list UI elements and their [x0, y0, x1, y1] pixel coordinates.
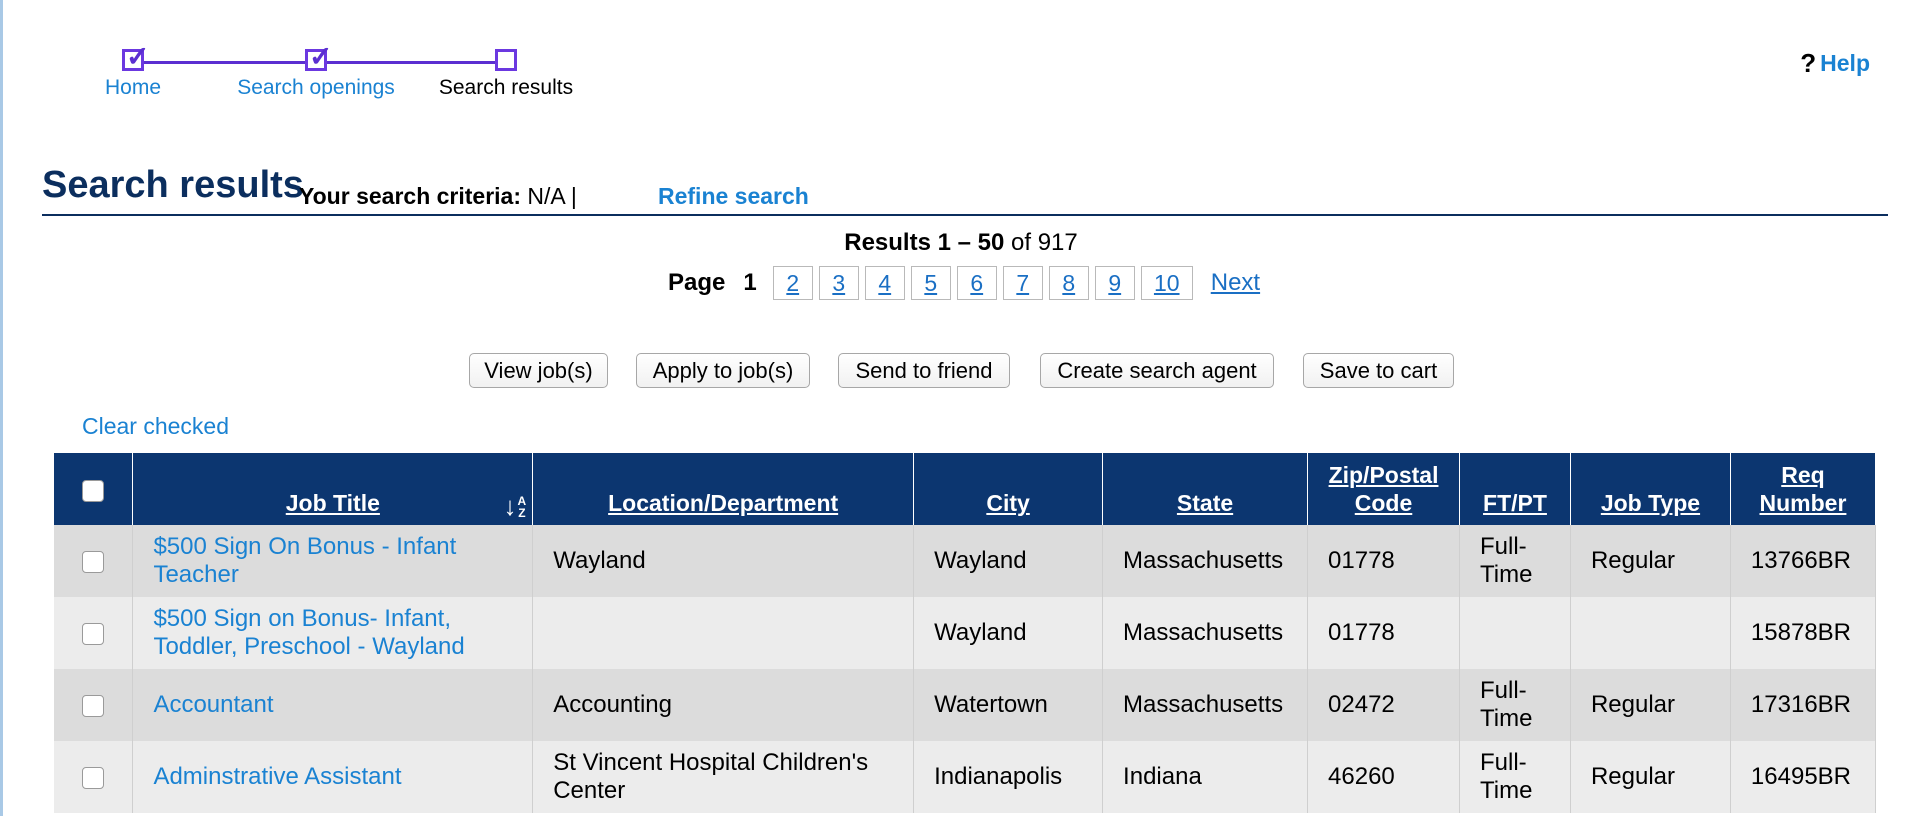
search-criteria-value: N/A | [527, 183, 577, 209]
ftpt-cell: Full-Time [1459, 741, 1571, 813]
current-page: 1 [743, 269, 757, 296]
apply-jobs-button[interactable]: Apply to job(s) [636, 353, 810, 388]
city-cell: Wayland [913, 525, 1104, 597]
job-type-cell: Regular [1570, 525, 1731, 597]
results-count: Results 1 – 50 of 917 [0, 229, 1922, 257]
page-link-9[interactable]: 9 [1094, 266, 1135, 300]
ftpt-cell: Full-Time [1459, 669, 1571, 741]
job-type-cell: Regular [1570, 669, 1731, 741]
table-row: $500 Sign on Bonus- Infant, Toddler, Pre… [54, 597, 1877, 669]
results-of: of [1011, 229, 1032, 256]
create-search-agent-button[interactable]: Create search agent [1040, 353, 1274, 388]
results-total: 917 [1037, 229, 1078, 256]
results-header: Search results Your search criteria: N/A… [42, 164, 1888, 216]
table-header-row: Job Title ↓ A Z Location/Department City S… [54, 453, 1877, 525]
column-header-req-number[interactable]: Req Number [1730, 453, 1877, 525]
req-number-cell: 15878BR [1730, 597, 1877, 669]
zip-cell: 01778 [1307, 597, 1460, 669]
state-cell: Indiana [1102, 741, 1309, 813]
job-title-link[interactable]: Accountant [132, 669, 534, 741]
stepper-connector-2 [318, 61, 508, 64]
clear-checked-link[interactable]: Clear checked [82, 413, 229, 440]
req-number-cell: 17316BR [1730, 669, 1877, 741]
column-header-location[interactable]: Location/Department [532, 453, 915, 525]
state-cell: Massachusetts [1102, 525, 1309, 597]
checkbox-checked-icon: ✓ [122, 43, 149, 71]
search-criteria: Your search criteria: N/A | [299, 183, 577, 210]
page-link-2[interactable]: 2 [772, 266, 813, 300]
step-home-label[interactable]: Home [53, 76, 213, 100]
save-to-cart-button[interactable]: Save to cart [1303, 353, 1454, 388]
job-type-cell: Regular [1570, 741, 1731, 813]
send-to-friend-button[interactable]: Send to friend [838, 353, 1010, 388]
column-header-job-title[interactable]: Job Title ↓ A Z [132, 453, 534, 525]
city-cell: Indianapolis [913, 741, 1104, 813]
job-type-cell [1570, 597, 1731, 669]
city-cell: Watertown [913, 669, 1104, 741]
table-row: Adminstrative Assistant St Vincent Hospi… [54, 741, 1877, 813]
page-label: Page [668, 269, 726, 296]
job-title-link[interactable]: $500 Sign on Bonus- Infant, Toddler, Pre… [132, 597, 534, 669]
checkbox-empty-icon [495, 49, 517, 71]
table-row: $500 Sign On Bonus - Infant Teacher Wayl… [54, 525, 1877, 597]
location-cell: St Vincent Hospital Children's Center [532, 741, 915, 813]
zip-cell: 02472 [1307, 669, 1460, 741]
view-jobs-button[interactable]: View job(s) [469, 353, 608, 388]
select-all-checkbox[interactable] [82, 479, 105, 502]
results-prefix: Results [844, 229, 931, 256]
page-link-3[interactable]: 3 [818, 266, 859, 300]
zip-cell: 01778 [1307, 525, 1460, 597]
column-header-state[interactable]: State [1102, 453, 1309, 525]
page-link-10[interactable]: 10 [1140, 266, 1193, 300]
results-table: Job Title ↓ A Z Location/Department City S… [54, 453, 1877, 813]
job-title-link[interactable]: Adminstrative Assistant [132, 741, 534, 813]
next-page-link[interactable]: Next [1211, 269, 1260, 297]
row-checkbox[interactable] [82, 622, 105, 645]
row-checkbox[interactable] [82, 694, 105, 717]
page-link-7[interactable]: 7 [1002, 266, 1043, 300]
action-bar: View job(s) Apply to job(s) Send to frie… [0, 353, 1922, 389]
ftpt-cell: Full-Time [1459, 525, 1571, 597]
pagination: Page 1 2 3 4 5 6 7 8 9 10 Next [668, 265, 1260, 301]
search-criteria-label: Your search criteria: [299, 183, 522, 209]
column-header-zip[interactable]: Zip/Postal Code [1307, 453, 1460, 525]
row-checkbox[interactable] [82, 766, 105, 789]
job-title-link[interactable]: $500 Sign On Bonus - Infant Teacher [132, 525, 534, 597]
column-header-job-type[interactable]: Job Type [1570, 453, 1731, 525]
ftpt-cell [1459, 597, 1571, 669]
select-all-header [54, 453, 134, 525]
sort-az-icon[interactable]: ↓ A Z [504, 493, 527, 519]
state-cell: Massachusetts [1102, 597, 1309, 669]
step-search-results-label: Search results [438, 76, 574, 99]
help-link[interactable]: ? Help [1800, 48, 1870, 79]
location-cell: Accounting [532, 669, 915, 741]
results-range: 1 – 50 [937, 229, 1005, 256]
column-header-ftpt[interactable]: FT/PT [1459, 453, 1571, 525]
step-search-openings-label[interactable]: Search openings [236, 76, 396, 100]
state-cell: Massachusetts [1102, 669, 1309, 741]
city-cell: Wayland [913, 597, 1104, 669]
page-title: Search results [42, 164, 304, 206]
stepper-connector-1 [133, 61, 316, 64]
location-cell: Wayland [532, 525, 915, 597]
progress-stepper: ✓ Home ✓ Search openings Search results [105, 43, 680, 134]
zip-cell: 46260 [1307, 741, 1460, 813]
page-link-4[interactable]: 4 [864, 266, 905, 300]
row-checkbox[interactable] [82, 550, 105, 573]
refine-search-link[interactable]: Refine search [658, 183, 809, 210]
page-link-6[interactable]: 6 [956, 266, 997, 300]
help-label[interactable]: Help [1820, 50, 1870, 77]
checkbox-checked-icon: ✓ [305, 43, 332, 71]
left-edge-border [0, 0, 3, 816]
column-header-city[interactable]: City [913, 453, 1104, 525]
req-number-cell: 13766BR [1730, 525, 1877, 597]
req-number-cell: 16495BR [1730, 741, 1877, 813]
location-cell [532, 597, 915, 669]
page-link-8[interactable]: 8 [1048, 266, 1089, 300]
question-mark-icon: ? [1800, 48, 1817, 78]
page-link-5[interactable]: 5 [910, 266, 951, 300]
table-row: Accountant Accounting Watertown Massachu… [54, 669, 1877, 741]
